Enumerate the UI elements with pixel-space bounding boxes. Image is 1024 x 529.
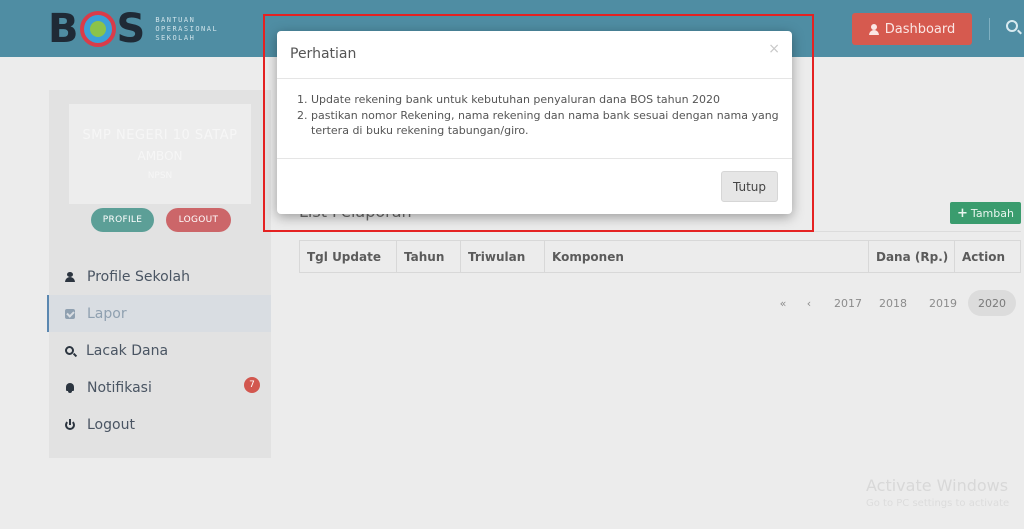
notice-modal: Perhatian × Update rekening bank untuk k… <box>277 31 792 214</box>
modal-message-item: Update rekening bank untuk kebutuhan pen… <box>311 92 781 107</box>
divider <box>277 158 792 159</box>
close-button[interactable]: Tutup <box>721 171 778 202</box>
modal-message-list: Update rekening bank untuk kebutuhan pen… <box>311 92 781 139</box>
close-icon[interactable]: × <box>768 41 780 57</box>
modal-title: Perhatian <box>290 46 357 62</box>
modal-message-item: pastikan nomor Rekening, nama rekening d… <box>311 108 781 138</box>
divider <box>277 78 792 79</box>
